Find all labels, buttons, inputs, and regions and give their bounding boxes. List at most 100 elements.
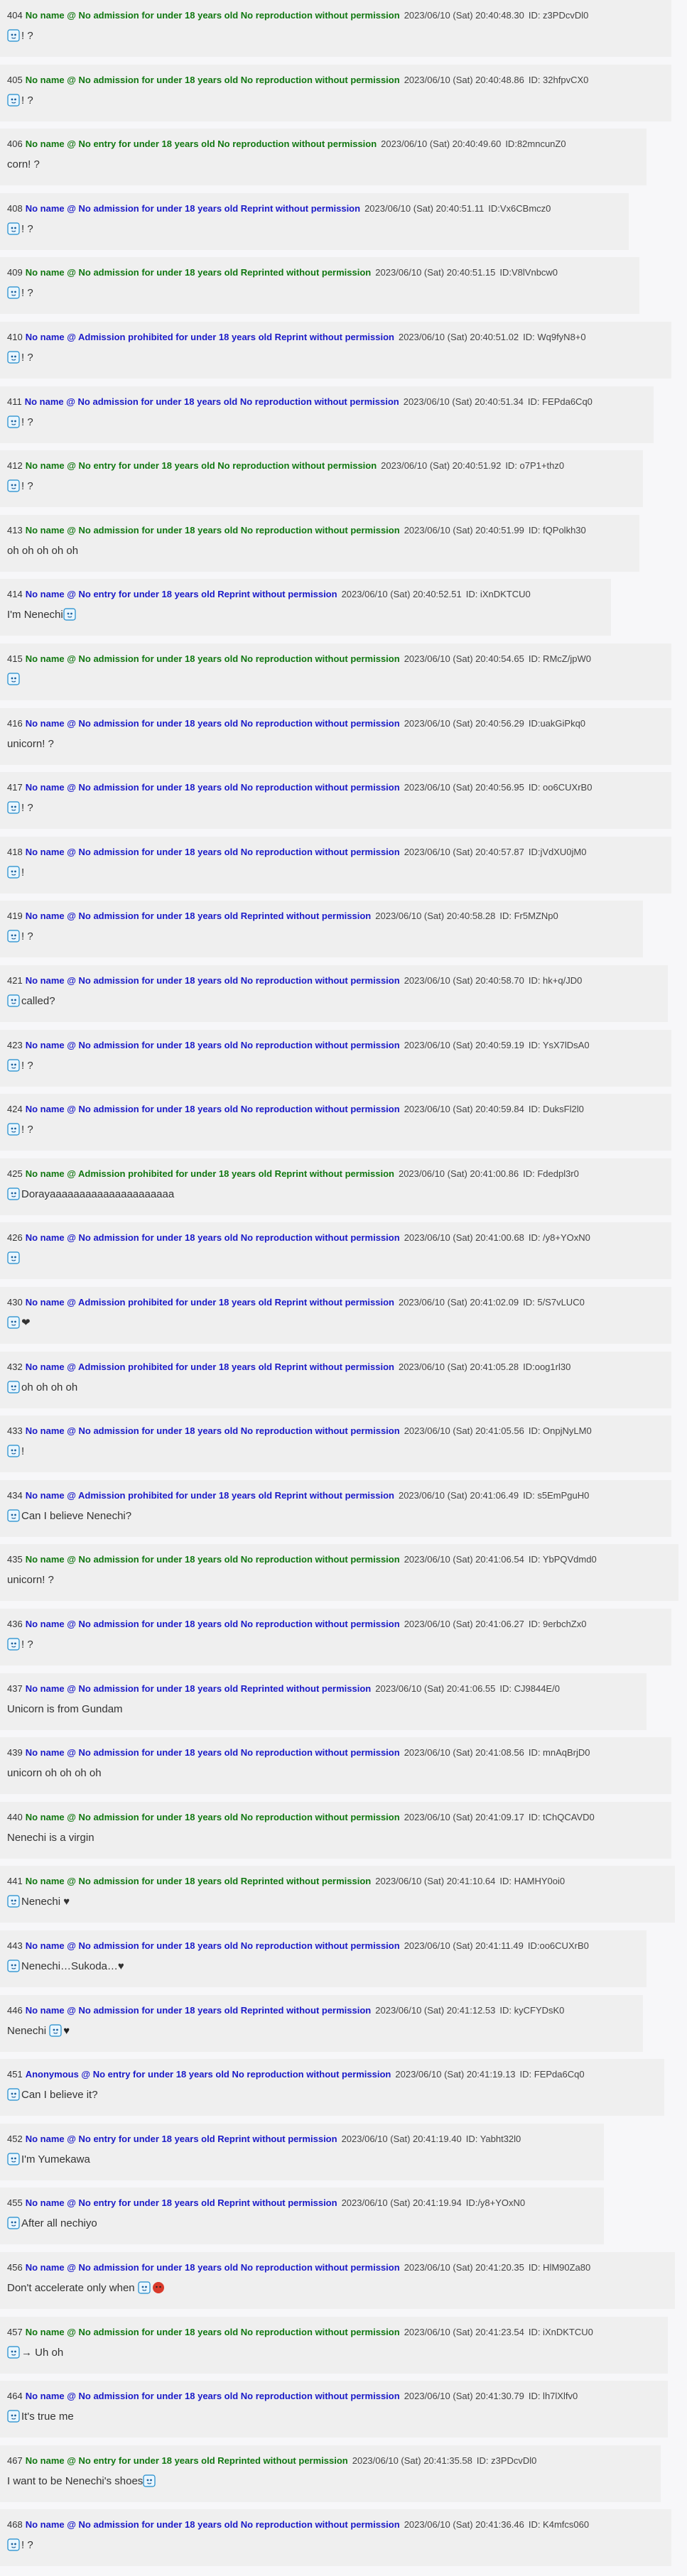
post-number[interactable]: 464 [7,2391,23,2401]
poster-id[interactable]: ID:Vx6CBmcz0 [488,203,551,214]
poster-name[interactable]: No name @ No admission for under 18 year… [26,653,400,664]
poster-name[interactable]: No name @ No admission for under 18 year… [26,203,360,214]
post-number[interactable]: 408 [7,203,23,214]
poster-name[interactable]: No name @ No admission for under 18 year… [26,1232,400,1243]
poster-name[interactable]: No name @ No admission for under 18 year… [26,1747,400,1758]
post-number[interactable]: 440 [7,1812,23,1822]
poster-id[interactable]: ID: iXnDKTCU0 [529,2327,593,2337]
poster-name[interactable]: No name @ No admission for under 18 year… [25,396,399,407]
poster-id[interactable]: ID: FEPda6Cq0 [520,2069,585,2080]
poster-id[interactable]: ID: YbPQVdmd0 [529,1554,597,1565]
post-number[interactable]: 409 [7,267,23,278]
post-number[interactable]: 426 [7,1232,23,1243]
poster-id[interactable]: ID: z3PDcvDl0 [529,10,589,21]
poster-name[interactable]: No name @ No admission for under 18 year… [26,267,372,278]
poster-id[interactable]: ID: oo6CUXrB0 [529,782,593,793]
poster-name[interactable]: No name @ No entry for under 18 years ol… [26,589,337,599]
poster-id[interactable]: ID: hk+q/JD0 [529,975,583,986]
poster-name[interactable]: No name @ No entry for under 18 years ol… [26,460,377,471]
poster-name[interactable]: No name @ No admission for under 18 year… [26,1425,400,1436]
poster-id[interactable]: ID: iXnDKTCU0 [466,589,531,599]
post-number[interactable]: 423 [7,1040,23,1050]
poster-name[interactable]: No name @ No admission for under 18 year… [26,2327,400,2337]
post-number[interactable]: 415 [7,653,23,664]
poster-name[interactable]: No name @ No admission for under 18 year… [26,2262,400,2273]
poster-id[interactable]: ID:82mncunZ0 [505,138,566,149]
poster-name[interactable]: No name @ No entry for under 18 years ol… [26,138,377,149]
poster-name[interactable]: No name @ No entry for under 18 years ol… [26,2455,348,2466]
poster-name[interactable]: No name @ Admission prohibited for under… [26,1297,394,1308]
poster-id[interactable]: ID: Fr5MZNp0 [499,911,558,921]
post-number[interactable]: 467 [7,2455,23,2466]
poster-name[interactable]: No name @ No admission for under 18 year… [26,911,372,921]
poster-name[interactable]: No name @ No admission for under 18 year… [26,2519,400,2530]
poster-name[interactable]: No name @ No admission for under 18 year… [26,10,400,21]
poster-id[interactable]: ID: YsX7lDsA0 [529,1040,590,1050]
poster-id[interactable]: ID: DuksFl2l0 [529,1104,584,1114]
post-number[interactable]: 455 [7,2197,23,2208]
poster-name[interactable]: No name @ No entry for under 18 years ol… [26,2197,337,2208]
poster-name[interactable]: No name @ No admission for under 18 year… [26,1619,400,1629]
poster-id[interactable]: ID:oog1rl30 [523,1362,570,1372]
poster-name[interactable]: No name @ Admission prohibited for under… [26,1362,394,1372]
poster-name[interactable]: No name @ No admission for under 18 year… [26,1940,400,1951]
poster-name[interactable]: No name @ Admission prohibited for under… [26,1490,394,1501]
poster-name[interactable]: No name @ No admission for under 18 year… [26,2005,372,2016]
post-number[interactable]: 419 [7,911,23,921]
poster-id[interactable]: ID:oo6CUXrB0 [528,1940,589,1951]
poster-name[interactable]: No name @ No admission for under 18 year… [26,1876,372,1886]
poster-name[interactable]: No name @ No admission for under 18 year… [26,75,400,85]
poster-id[interactable]: ID: s5EmPguH0 [523,1490,589,1501]
poster-id[interactable]: ID: OnpjNyLM0 [529,1425,592,1436]
post-number[interactable]: 424 [7,1104,23,1114]
post-number[interactable]: 417 [7,782,23,793]
post-number[interactable]: 456 [7,2262,23,2273]
poster-name[interactable]: No name @ No admission for under 18 year… [26,1104,400,1114]
post-number[interactable]: 412 [7,460,23,471]
poster-id[interactable]: ID: 9erbchZx0 [529,1619,587,1629]
poster-id[interactable]: ID: Wq9fyN8+0 [523,332,586,342]
post-number[interactable]: 468 [7,2519,23,2530]
poster-id[interactable]: ID:V8lVnbcw0 [499,267,558,278]
poster-name[interactable]: No name @ No admission for under 18 year… [26,1812,400,1822]
poster-id[interactable]: ID: HAMHY0oi0 [499,1876,565,1886]
poster-id[interactable]: ID: K4mfcs060 [529,2519,589,2530]
poster-id[interactable]: ID: tChQCAVD0 [529,1812,595,1822]
post-number[interactable]: 434 [7,1490,23,1501]
poster-name[interactable]: No name @ Admission prohibited for under… [26,1168,394,1179]
poster-id[interactable]: ID: o7P1+thz0 [505,460,564,471]
post-number[interactable]: 433 [7,1425,23,1436]
poster-id[interactable]: ID:/y8+YOxN0 [466,2197,525,2208]
post-number[interactable]: 441 [7,1876,23,1886]
post-number[interactable]: 452 [7,2134,23,2144]
poster-name[interactable]: No name @ No admission for under 18 year… [26,1040,400,1050]
poster-id[interactable]: ID: lh7lXlfv0 [529,2391,578,2401]
post-number[interactable]: 432 [7,1362,23,1372]
poster-id[interactable]: ID:uakGiPkq0 [529,718,585,729]
post-number[interactable]: 413 [7,525,23,536]
poster-name[interactable]: No name @ No admission for under 18 year… [26,1683,372,1694]
post-number[interactable]: 436 [7,1619,23,1629]
post-number[interactable]: 446 [7,2005,23,2016]
post-number[interactable]: 421 [7,975,23,986]
post-number[interactable]: 414 [7,589,23,599]
poster-name[interactable]: No name @ No admission for under 18 year… [26,782,400,793]
post-number[interactable]: 451 [7,2069,23,2080]
poster-id[interactable]: ID: HlM90Za80 [529,2262,590,2273]
post-number[interactable]: 406 [7,138,23,149]
poster-id[interactable]: ID: z3PDcvDl0 [477,2455,537,2466]
poster-name[interactable]: No name @ Admission prohibited for under… [26,332,394,342]
post-number[interactable]: 411 [7,396,22,407]
poster-id[interactable]: ID: FEPda6Cq0 [528,396,593,407]
post-number[interactable]: 457 [7,2327,23,2337]
poster-id[interactable]: ID: Fdedpl3r0 [523,1168,579,1179]
poster-name[interactable]: No name @ No admission for under 18 year… [26,2391,400,2401]
post-number[interactable]: 439 [7,1747,23,1758]
poster-name[interactable]: No name @ No entry for under 18 years ol… [26,2134,337,2144]
poster-name[interactable]: No name @ No admission for under 18 year… [26,1554,400,1565]
post-number[interactable]: 425 [7,1168,23,1179]
poster-name[interactable]: No name @ No admission for under 18 year… [26,525,400,536]
poster-name[interactable]: No name @ No admission for under 18 year… [26,975,400,986]
post-number[interactable]: 418 [7,847,23,857]
poster-id[interactable]: ID: CJ9844E/0 [499,1683,560,1694]
